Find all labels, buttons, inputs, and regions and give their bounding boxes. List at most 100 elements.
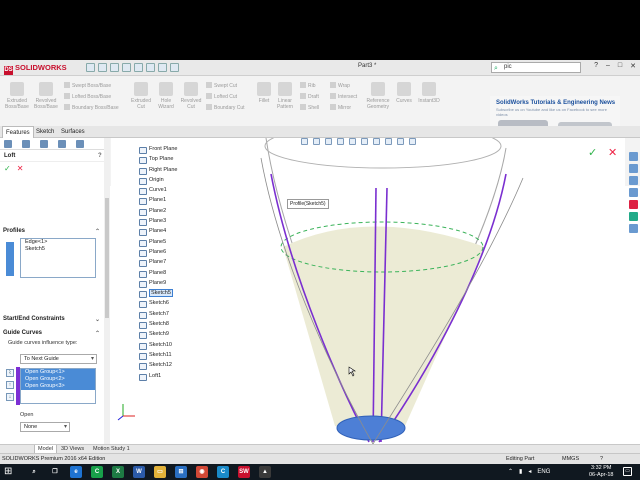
tree-item[interactable]: Origin [135, 175, 245, 186]
tree-item[interactable]: Plane2 [135, 206, 245, 217]
chevron-up-icon[interactable]: ⌃ [508, 466, 513, 478]
ribbon-hole-wizard[interactable]: Hole Wizard [154, 82, 178, 110]
ribbon-boundary-cut[interactable]: Boundary Cut [206, 104, 245, 111]
solidworks-app-icon[interactable]: SW [238, 466, 250, 478]
rebuild-icon[interactable] [158, 63, 167, 72]
tree-item[interactable]: Loft1 [135, 371, 245, 381]
help-button[interactable]: ? [594, 62, 598, 70]
ribbon-curves[interactable]: Curves [394, 82, 414, 104]
move-up-icon[interactable]: ↑ [6, 381, 14, 389]
tree-item[interactable]: Sketch8 [135, 319, 245, 330]
help-icon[interactable]: ? [600, 454, 603, 464]
photos-app-icon[interactable]: ▲ [259, 466, 271, 478]
tree-item[interactable]: Sketch12 [135, 360, 245, 371]
design-library-icon[interactable] [629, 164, 638, 173]
chrome-app-icon[interactable]: ◉ [196, 466, 208, 478]
undo-icon[interactable] [134, 63, 143, 72]
file-explorer-icon[interactable] [629, 176, 638, 185]
ribbon-revolved-cut[interactable]: Revolved Cut [178, 82, 204, 110]
configuration-manager-tab-icon[interactable] [40, 139, 48, 148]
ribbon-extruded-boss[interactable]: Extruded Boss/Base [4, 82, 30, 110]
custom-properties-icon[interactable] [629, 212, 638, 221]
graphics-viewport[interactable]: Profile(Sketch5) Front Plane Top Plane R… [111, 138, 625, 448]
tree-item[interactable]: Plane4 [135, 226, 245, 237]
explorer-app-icon[interactable]: ▭ [154, 466, 166, 478]
profiles-list[interactable]: Edge<1> Sketch5 [20, 238, 96, 278]
display-manager-tab-icon[interactable] [76, 139, 84, 148]
ribbon-shell[interactable]: Shell [300, 104, 319, 111]
view-palette-icon[interactable] [629, 188, 638, 197]
cancel-button[interactable]: ✕ [17, 164, 24, 173]
ribbon-mirror[interactable]: Mirror [330, 104, 351, 111]
tree-item[interactable]: Front Plane [135, 144, 245, 155]
list-item[interactable]: Edge<1> [21, 239, 95, 246]
ribbon-swept-cut[interactable]: Swept Cut [206, 82, 237, 89]
new-icon[interactable] [86, 63, 95, 72]
ribbon-fillet[interactable]: Fillet [254, 82, 274, 104]
camtasia-app-icon[interactable]: C [91, 466, 103, 478]
ribbon-extruded-cut[interactable]: Extruded Cut [128, 82, 154, 110]
profiles-section-header[interactable]: Profiles ⌃ [3, 228, 100, 235]
tab-surfaces[interactable]: Surfaces [58, 126, 88, 138]
list-item[interactable]: Open Group<3> [21, 383, 95, 390]
word-app-icon[interactable]: W [133, 466, 145, 478]
property-manager-tab-icon[interactable] [22, 139, 30, 148]
minimize-button[interactable]: – [606, 62, 610, 70]
property-manager-scrollbar[interactable] [104, 138, 110, 456]
ribbon-lofted-boss[interactable]: Lofted Boss/Base [64, 93, 111, 100]
tab-sketch[interactable]: Sketch [33, 126, 57, 138]
network-icon[interactable]: ▮ [519, 466, 522, 478]
list-item[interactable]: Open Group<2> [21, 376, 95, 383]
ok-button[interactable]: ✓ [4, 164, 11, 173]
guide-influence-select[interactable]: To Next Guide [20, 354, 97, 364]
help-icon[interactable]: ? [98, 153, 102, 159]
tree-item[interactable]: Sketch9 [135, 329, 245, 340]
open-icon[interactable] [98, 63, 107, 72]
ribbon-boundary-boss[interactable]: Boundary Boss/Base [64, 104, 119, 111]
tree-item[interactable]: Sketch10 [135, 340, 245, 350]
tree-item[interactable]: Plane8 [135, 268, 245, 278]
tree-item[interactable]: Plane1 [135, 195, 245, 206]
ribbon-draft[interactable]: Draft [300, 93, 319, 100]
ribbon-instant3d[interactable]: Instant3D [414, 82, 444, 104]
save-icon[interactable] [110, 63, 119, 72]
move-down-icon[interactable]: ↓ [6, 393, 14, 401]
status-units[interactable]: MMGS [562, 454, 579, 464]
tab-motion-study[interactable]: Motion Study 1 [90, 445, 133, 453]
select-icon[interactable] [146, 63, 155, 72]
profile-callout[interactable]: Profile(Sketch5) [287, 199, 329, 209]
tree-item[interactable]: Plane9 [135, 278, 245, 289]
excel-app-icon[interactable]: X [112, 466, 124, 478]
open-select[interactable]: None [20, 422, 70, 432]
clock[interactable]: 3:32 PM 06-Apr-18 [589, 465, 613, 479]
maximize-button[interactable]: □ [618, 62, 622, 70]
confirm-cancel-icon[interactable]: ✕ [608, 146, 617, 159]
tree-item[interactable]: Plane3 [135, 216, 245, 227]
ribbon-swept-boss[interactable]: Swept Boss/Base [64, 82, 111, 89]
tree-item[interactable]: Sketch7 [135, 309, 245, 320]
dimxpert-tab-icon[interactable] [58, 139, 66, 148]
store-app-icon[interactable]: ⊞ [175, 466, 187, 478]
guide-curves-list[interactable]: Open Group<1> Open Group<2> Open Group<3… [20, 368, 96, 404]
guide-curves-section-header[interactable]: Guide Curves ⌃ [3, 330, 100, 337]
ribbon-linear-pattern[interactable]: Linear Pattern [274, 82, 296, 110]
notification-icon[interactable]: ▭ [623, 467, 632, 476]
ribbon-lofted-cut[interactable]: Lofted Cut [206, 93, 237, 100]
ribbon-reference-geometry[interactable]: Reference Geometry [362, 82, 394, 110]
tree-item[interactable]: Plane6 [135, 247, 245, 258]
windows-icon[interactable]: ⊞ [4, 467, 12, 477]
list-item[interactable]: Sketch5 [21, 246, 95, 253]
ribbon-wrap[interactable]: Wrap [330, 82, 350, 89]
constraints-section-header[interactable]: Start/End Constraints ⌄ [3, 316, 100, 323]
tree-item[interactable]: Sketch6 [135, 298, 245, 309]
close-button[interactable]: ✕ [630, 62, 636, 70]
search-input[interactable]: ⌕ pic [491, 62, 581, 73]
ribbon-intersect[interactable]: Intersect [330, 93, 357, 100]
scrollbar-thumb[interactable] [105, 198, 109, 318]
tree-item-selected[interactable]: Sketch5 [135, 288, 245, 299]
options-icon[interactable] [170, 63, 179, 72]
list-item[interactable]: Open Group<1> [21, 369, 95, 376]
tree-item[interactable]: Right Plane [135, 165, 245, 175]
volume-icon[interactable]: ◂ [528, 466, 531, 478]
feature-manager-tab-icon[interactable] [4, 139, 12, 148]
